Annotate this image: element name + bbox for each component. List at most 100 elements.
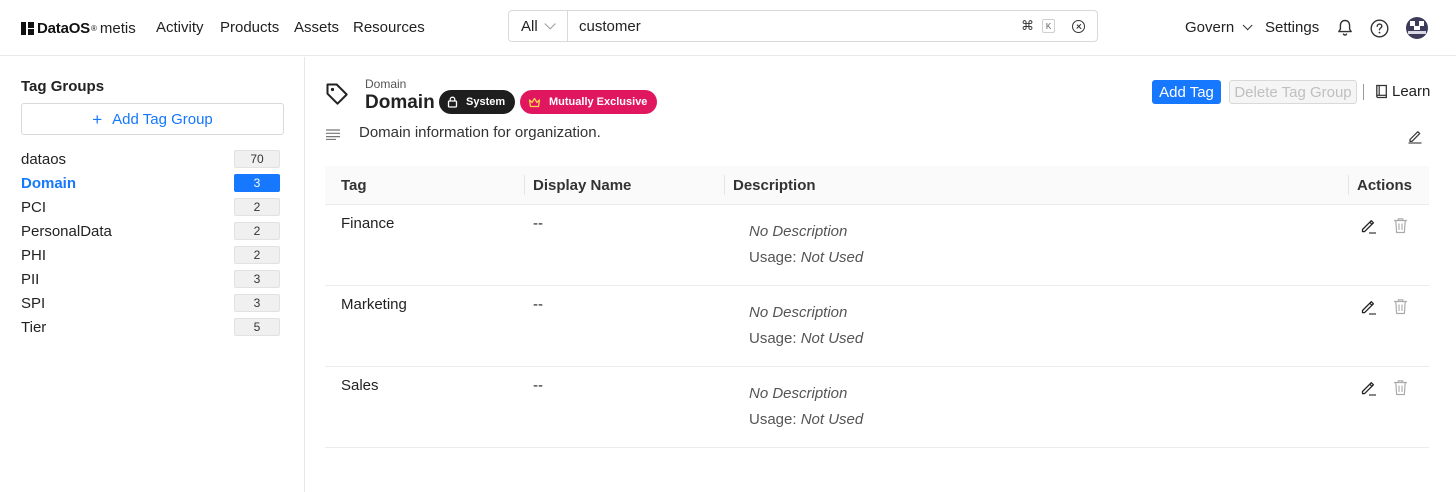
nav-activity[interactable]: Activity bbox=[156, 19, 204, 36]
delete-tag-trash-icon[interactable] bbox=[1393, 298, 1408, 318]
command-key-icon: ⌘ bbox=[1021, 18, 1034, 33]
add-tag-button[interactable]: Add Tag bbox=[1152, 80, 1221, 104]
govern-label: Govern bbox=[1185, 19, 1235, 36]
nav-resources[interactable]: Resources bbox=[353, 19, 425, 36]
plus-icon: + bbox=[92, 109, 103, 129]
nav-assets[interactable]: Assets bbox=[294, 19, 339, 36]
top-navigation-bar: DataOS ® metis Activity Products Assets R… bbox=[0, 0, 1456, 56]
tag-group-item-pci[interactable]: PCI 2 bbox=[21, 197, 280, 217]
column-divider bbox=[1348, 175, 1349, 195]
tag-group-name: PII bbox=[21, 270, 40, 288]
delete-tag-group-button[interactable]: Delete Tag Group bbox=[1229, 80, 1357, 104]
dataos-logo[interactable]: DataOS ® metis bbox=[21, 19, 136, 37]
tag-group-count: 2 bbox=[234, 198, 280, 216]
edit-description-pencil-icon[interactable] bbox=[1407, 128, 1423, 147]
book-icon bbox=[1376, 84, 1387, 99]
tag-group-name: PersonalData bbox=[21, 222, 112, 240]
tag-group-count: 2 bbox=[234, 246, 280, 264]
usage-prefix: Usage: bbox=[749, 249, 797, 266]
tag-group-name: PHI bbox=[21, 246, 47, 264]
column-header-description: Description bbox=[733, 177, 816, 194]
learn-link[interactable]: Learn bbox=[1375, 83, 1430, 100]
lock-icon bbox=[447, 96, 458, 108]
tag-group-count: 2 bbox=[234, 222, 280, 240]
system-badge-label: System bbox=[466, 96, 506, 108]
dataos-logo-icon bbox=[21, 21, 34, 35]
search-input[interactable] bbox=[579, 17, 999, 35]
description-cell: No Description bbox=[749, 385, 848, 402]
search-type-label: All bbox=[521, 17, 538, 35]
bell-icon[interactable] bbox=[1337, 19, 1353, 40]
tag-group-count: 3 bbox=[234, 294, 280, 312]
edit-tag-pencil-icon[interactable] bbox=[1360, 298, 1377, 318]
system-badge: System bbox=[439, 90, 516, 114]
settings-link[interactable]: Settings bbox=[1265, 19, 1319, 36]
delete-tag-trash-icon[interactable] bbox=[1393, 379, 1408, 399]
tag-group-item-personaldata[interactable]: PersonalData 2 bbox=[21, 221, 280, 241]
description-cell: No Description bbox=[749, 304, 848, 321]
page-title: Domain bbox=[365, 92, 435, 113]
column-header-tag: Tag bbox=[341, 177, 367, 194]
shortcut-key-badge: K bbox=[1042, 19, 1055, 33]
close-circle-icon[interactable] bbox=[1072, 20, 1085, 33]
nav-products[interactable]: Products bbox=[220, 19, 279, 36]
chevron-down-icon bbox=[544, 18, 556, 30]
tag-name-cell[interactable]: Finance bbox=[341, 215, 394, 232]
tag-group-count: 70 bbox=[234, 150, 280, 168]
edit-tag-pencil-icon[interactable] bbox=[1360, 217, 1377, 237]
table-row: Sales -- No Description Usage: Not Used bbox=[325, 367, 1429, 448]
column-header-actions: Actions bbox=[1357, 177, 1413, 194]
breadcrumb[interactable]: Domain bbox=[365, 77, 406, 91]
display-name-cell: -- bbox=[533, 215, 543, 232]
header-divider bbox=[1363, 84, 1364, 100]
tags-table: Tag Display Name Description Actions Fin… bbox=[325, 166, 1429, 448]
usage-cell: Usage: Not Used bbox=[749, 411, 863, 428]
display-name-cell: -- bbox=[533, 296, 543, 313]
chevron-down-icon bbox=[1242, 20, 1253, 31]
tag-name-cell[interactable]: Sales bbox=[341, 377, 379, 394]
tag-group-description: Domain information for organization. bbox=[359, 124, 601, 141]
tag-group-item-domain[interactable]: Domain 3 bbox=[21, 173, 280, 193]
usage-value: Not Used bbox=[800, 330, 864, 347]
tag-groups-sidebar: Tag Groups + Add Tag Group dataos 70 Dom… bbox=[0, 57, 305, 492]
edit-tag-pencil-icon[interactable] bbox=[1360, 379, 1377, 399]
tag-group-name: SPI bbox=[21, 294, 46, 312]
brand-name: DataOS bbox=[37, 19, 90, 37]
add-tag-group-button[interactable]: + Add Tag Group bbox=[21, 103, 284, 135]
usage-prefix: Usage: bbox=[749, 411, 797, 428]
search-type-select[interactable]: All bbox=[509, 11, 568, 41]
question-circle-icon[interactable] bbox=[1370, 19, 1389, 41]
tag-name-cell[interactable]: Marketing bbox=[341, 296, 407, 313]
tag-group-item-tier[interactable]: Tier 5 bbox=[21, 317, 280, 337]
global-search: All ⌘ K bbox=[508, 10, 1098, 42]
product-name: metis bbox=[99, 19, 136, 37]
add-tag-group-label: Add Tag Group bbox=[112, 110, 213, 128]
brand-registered-mark: ® bbox=[91, 23, 97, 33]
column-header-display-name: Display Name bbox=[533, 177, 632, 194]
avatar[interactable] bbox=[1406, 17, 1428, 39]
tag-group-count: 5 bbox=[234, 318, 280, 336]
table-header: Tag Display Name Description Actions bbox=[325, 166, 1429, 205]
tag-group-item-phi[interactable]: PHI 2 bbox=[21, 245, 280, 265]
tag-group-name: Tier bbox=[21, 318, 47, 336]
tag-group-name: dataos bbox=[21, 150, 67, 168]
usage-cell: Usage: Not Used bbox=[749, 330, 863, 347]
column-divider bbox=[724, 175, 725, 195]
table-row: Finance -- No Description Usage: Not Use… bbox=[325, 205, 1429, 286]
column-divider bbox=[524, 175, 525, 195]
tag-group-count: 3 bbox=[234, 174, 280, 192]
usage-value: Not Used bbox=[800, 249, 864, 266]
govern-menu[interactable]: Govern bbox=[1185, 19, 1253, 36]
mutually-exclusive-badge-label: Mutually Exclusive bbox=[549, 96, 648, 108]
tag-group-item-pii[interactable]: PII 3 bbox=[21, 269, 280, 289]
delete-tag-trash-icon[interactable] bbox=[1393, 217, 1408, 237]
usage-cell: Usage: Not Used bbox=[749, 249, 863, 266]
tag-group-item-dataos[interactable]: dataos 70 bbox=[21, 149, 280, 169]
learn-label: Learn bbox=[1392, 83, 1431, 100]
tag-icon bbox=[325, 82, 349, 111]
tag-group-count: 3 bbox=[234, 270, 280, 288]
usage-prefix: Usage: bbox=[749, 330, 797, 347]
crown-icon bbox=[528, 97, 541, 107]
sidebar-title: Tag Groups bbox=[21, 78, 105, 95]
tag-group-item-spi[interactable]: SPI 3 bbox=[21, 293, 280, 313]
